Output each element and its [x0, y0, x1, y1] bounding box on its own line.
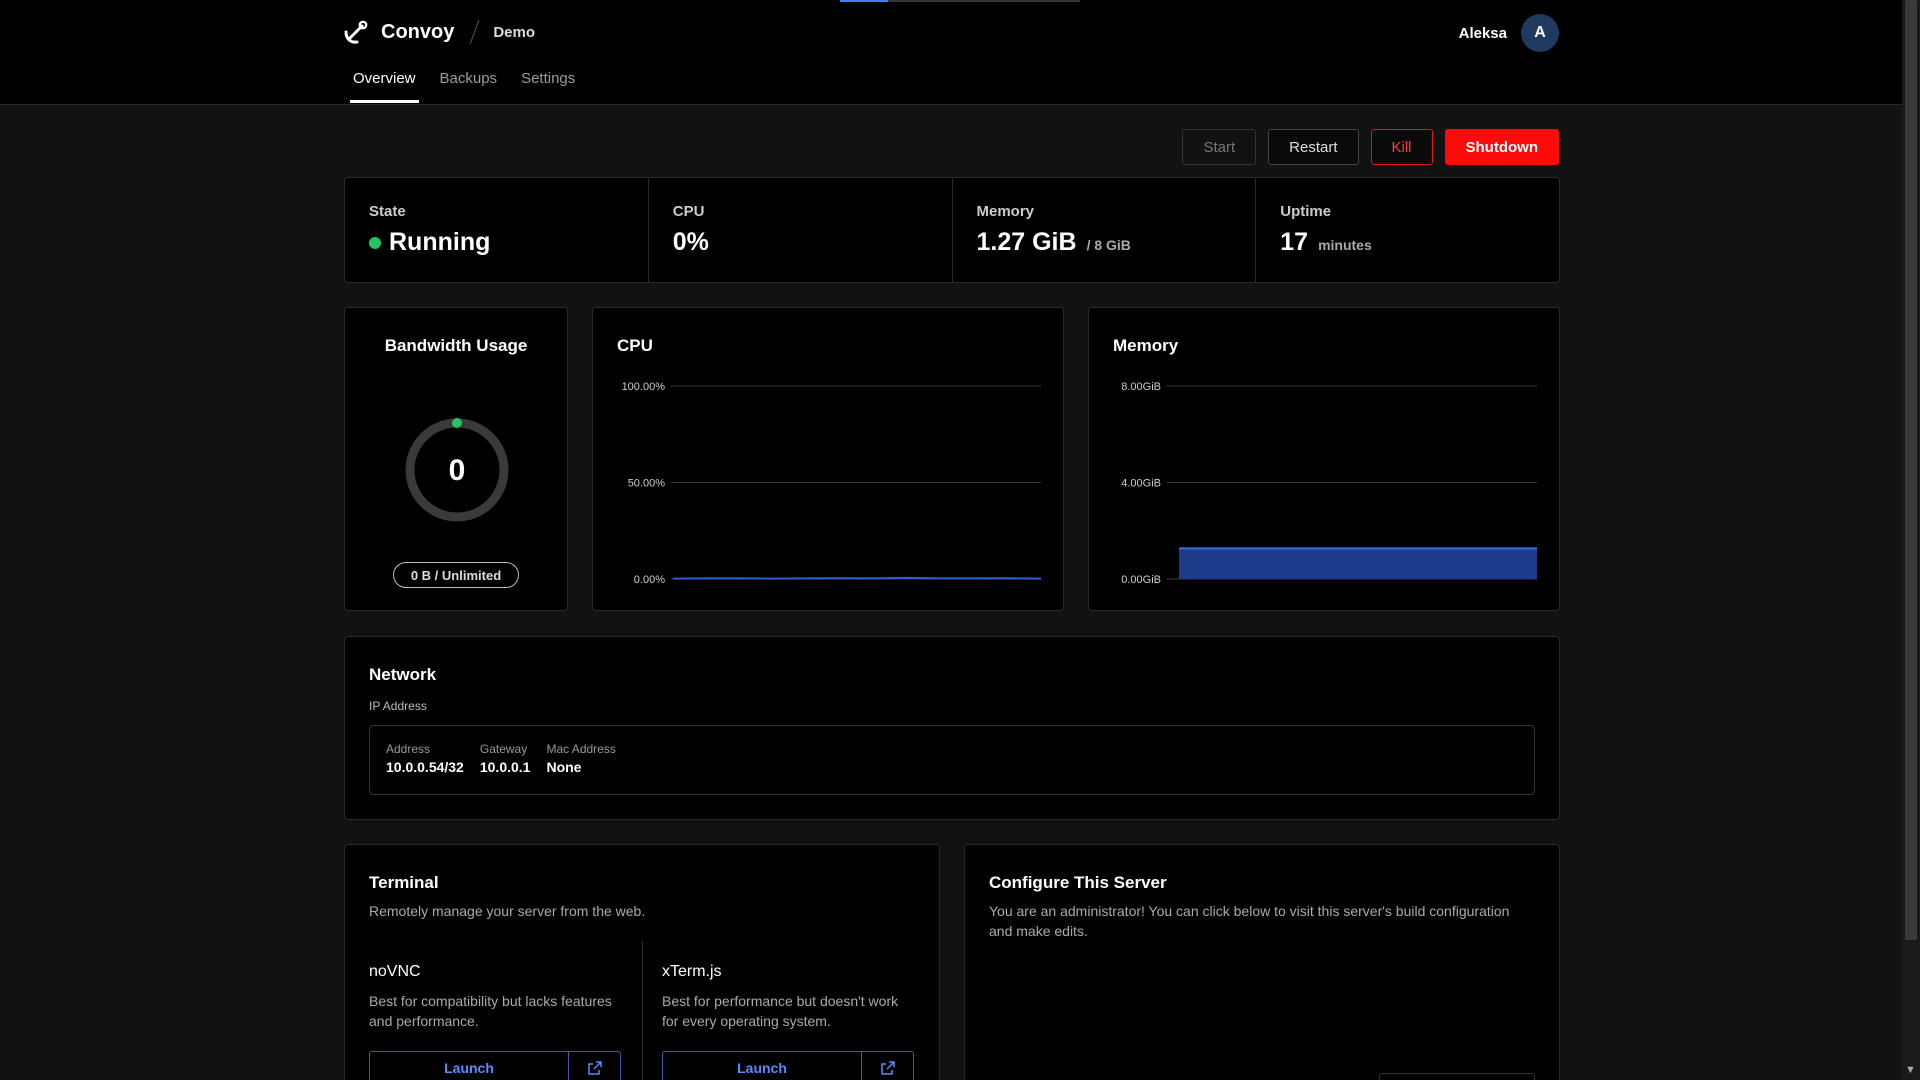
stat-subvalue: minutes — [1318, 237, 1372, 253]
user-name[interactable]: Aleksa — [1459, 25, 1507, 42]
stat-cpu: CPU 0% — [649, 178, 953, 282]
cpu-chart-title: CPU — [617, 336, 653, 355]
brand[interactable]: Convoy Demo — [343, 18, 535, 46]
memory-tick-label: 4.00GiB — [1121, 478, 1161, 490]
xterm-title: xTerm.js — [662, 963, 722, 980]
novnc-launch-group: Launch — [369, 1051, 621, 1080]
bandwidth-title: Bandwidth Usage — [384, 336, 528, 355]
breadcrumb-separator — [469, 19, 480, 45]
memory-chart-title: Memory — [1113, 336, 1179, 355]
memory-area — [1179, 548, 1537, 579]
cpu-tick-label: 0.00% — [634, 574, 665, 586]
network-subtitle: IP Address — [369, 699, 427, 713]
divider — [642, 941, 643, 1080]
stat-value: 17 — [1280, 228, 1309, 256]
gateway-label: Gateway — [479, 742, 528, 756]
app-name: Convoy — [381, 20, 455, 43]
page-scrollbar[interactable]: ▼ — [1902, 0, 1920, 1080]
bandwidth-gauge: 0 — [405, 418, 509, 522]
kill-button[interactable]: Kill — [1370, 129, 1433, 165]
terminal-title: Terminal — [369, 873, 439, 892]
top-navigation: Convoy Demo Aleksa A Overview Backups Se… — [0, 0, 1902, 105]
xterm-launch-button[interactable]: Launch — [663, 1052, 861, 1080]
xterm-launch-group: Launch — [662, 1051, 914, 1080]
scrollbar-thumb[interactable] — [1905, 0, 1917, 940]
stat-value: Running — [389, 228, 491, 256]
external-link-icon[interactable] — [861, 1052, 913, 1080]
novnc-launch-button[interactable]: Launch — [370, 1052, 568, 1080]
network-title: Network — [369, 665, 437, 684]
bandwidth-value: 0 — [449, 454, 466, 487]
stat-value: 1.27 GiB — [976, 228, 1077, 256]
bandwidth-card: Bandwidth Usage 0 0 B / Unlimited — [344, 307, 568, 611]
terminal-card: Terminal Remotely manage your server fro… — [344, 844, 940, 1080]
mac-value: None — [546, 759, 582, 775]
cpu-series-line — [672, 576, 1042, 580]
xterm-description: Best for performance but doesn't work fo… — [662, 993, 899, 1029]
address-value: 10.0.0.54/32 — [386, 759, 464, 775]
shutdown-button[interactable]: Shutdown — [1444, 129, 1559, 165]
tab-overview[interactable]: Overview — [350, 70, 419, 103]
novnc-title: noVNC — [369, 963, 421, 980]
novnc-description: Best for compatibility but lacks feature… — [369, 993, 612, 1029]
configure-card: Configure This Server You are an adminis… — [964, 844, 1560, 1080]
avatar[interactable]: A — [1521, 14, 1559, 52]
memory-tick-label: 0.00GiB — [1121, 574, 1161, 586]
chevron-down-icon[interactable]: ▼ — [1905, 1064, 1916, 1076]
network-card: Network IP Address Address 10.0.0.54/32 G… — [344, 636, 1560, 820]
loading-progress-bar — [840, 0, 1080, 2]
external-link-icon[interactable] — [568, 1052, 620, 1080]
cpu-tick-label: 50.00% — [628, 478, 666, 490]
tab-backups[interactable]: Backups — [440, 70, 498, 101]
server-stats: State Running CPU 0% Memory 1.27 GiB / 8 … — [344, 177, 1560, 283]
stat-label: State — [369, 203, 406, 220]
anchor-icon — [344, 20, 368, 44]
configure-description: You are an administrator! You can click … — [989, 903, 1510, 939]
mac-label: Mac Address — [546, 742, 616, 756]
memory-tick-label: 8.00GiB — [1121, 381, 1161, 393]
cpu-chart-card: 100.00% 50.00% 0.00% CPU — [592, 307, 1064, 611]
stat-label: Memory — [976, 203, 1035, 220]
terminal-description: Remotely manage your server from the web… — [369, 903, 646, 919]
stat-label: Uptime — [1280, 203, 1332, 220]
bandwidth-pill: 0 B / Unlimited — [393, 562, 519, 588]
stat-state: State Running — [345, 178, 649, 282]
cpu-chart: 100.00% 50.00% 0.00% — [622, 381, 1042, 586]
server-tabs: Overview Backups Settings — [350, 70, 599, 103]
gauge-indicator — [452, 418, 462, 428]
stat-subvalue: / 8 GiB — [1086, 237, 1131, 253]
ip-address-row: Address 10.0.0.54/32 Gateway 10.0.0.1 Mac … — [369, 725, 1535, 795]
novnc-option: noVNC Best for compatibility but lacks f… — [369, 963, 621, 1080]
configure-title: Configure This Server — [989, 873, 1167, 892]
tab-settings[interactable]: Settings — [521, 70, 575, 101]
server-name[interactable]: Demo — [493, 24, 535, 41]
gateway-value: 10.0.0.1 — [479, 759, 531, 775]
xterm-option: xTerm.js Best for performance but doesn'… — [662, 963, 914, 1080]
restart-button[interactable]: Restart — [1268, 129, 1359, 165]
stat-value: 0% — [672, 228, 709, 256]
stat-label: CPU — [672, 203, 705, 220]
power-actions: Start Restart Kill Shutdown — [1170, 129, 1559, 165]
stat-uptime: Uptime 17 minutes — [1256, 178, 1559, 282]
stat-memory: Memory 1.27 GiB / 8 GiB — [953, 178, 1257, 282]
start-button[interactable]: Start — [1182, 129, 1257, 165]
address-label: Address — [386, 742, 431, 756]
configure-button[interactable] — [1379, 1073, 1535, 1080]
cpu-tick-label: 100.00% — [622, 381, 666, 393]
user-menu[interactable]: Aleksa A — [1459, 14, 1559, 52]
memory-chart-card: 8.00GiB 4.00GiB 0.00GiB Memory — [1088, 307, 1560, 611]
status-dot-icon — [369, 236, 381, 249]
